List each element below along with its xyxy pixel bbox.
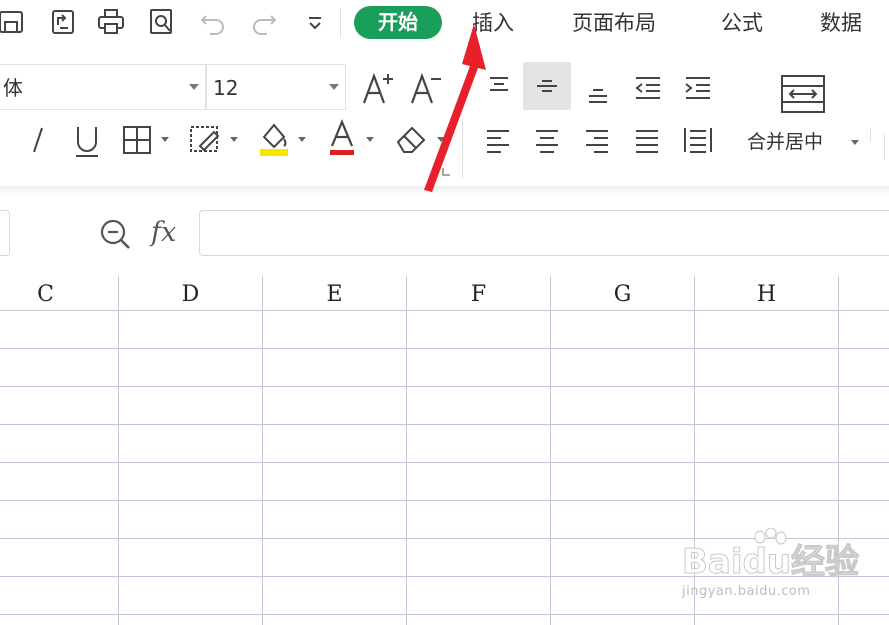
decrease-indent-icon[interactable]	[630, 70, 666, 106]
font-dialog-launcher-icon[interactable]	[440, 166, 452, 178]
chevron-down-icon[interactable]	[230, 137, 238, 142]
ribbon-shadow	[0, 186, 889, 196]
row-gridline	[0, 500, 889, 501]
column-header-d[interactable]: D	[119, 276, 263, 310]
align-bottom-icon[interactable]	[580, 72, 616, 108]
row-gridline	[0, 424, 889, 425]
align-left-icon[interactable]	[481, 124, 515, 158]
align-top-icon[interactable]	[481, 70, 517, 106]
tab-data[interactable]: 数据	[820, 8, 862, 38]
column-gridline	[262, 311, 263, 625]
column-gridline	[406, 311, 407, 625]
chevron-down-icon[interactable]	[366, 137, 374, 142]
font-name-combo[interactable]: 体	[0, 64, 206, 110]
justify-icon[interactable]	[630, 124, 664, 158]
font-name-value: 体	[3, 76, 23, 100]
tab-page-layout[interactable]: 页面布局	[572, 8, 656, 38]
column-header-row: C D E F G H	[0, 276, 889, 311]
fx-label: fx	[151, 217, 177, 248]
print-icon[interactable]	[94, 5, 128, 39]
column-header-g[interactable]: G	[551, 276, 695, 310]
row-gridline	[0, 386, 889, 387]
borders-icon[interactable]	[118, 122, 156, 158]
ribbon-separator	[462, 118, 463, 178]
column-header-h[interactable]: H	[695, 276, 839, 310]
column-gridline	[118, 311, 119, 625]
watermark-brand: Baidu经验	[681, 542, 860, 583]
tab-insert[interactable]: 插入	[472, 8, 514, 38]
row-gridline	[0, 462, 889, 463]
merge-center-label: 合并居中	[747, 131, 824, 153]
ribbon-home: 体 12 合并居中	[0, 50, 889, 187]
chevron-down-icon[interactable]	[161, 137, 169, 142]
zoom-search-icon[interactable]	[96, 216, 134, 252]
fill-color-icon[interactable]	[254, 118, 294, 158]
chevron-down-icon[interactable]	[437, 137, 445, 142]
baidu-watermark: Baidu经验 jingyan.baidu.com	[680, 528, 880, 608]
align-center-icon[interactable]	[530, 124, 564, 158]
align-middle-icon[interactable]	[523, 62, 571, 110]
italic-icon[interactable]	[24, 122, 52, 158]
undo-icon[interactable]	[196, 5, 230, 39]
save-icon[interactable]	[0, 5, 28, 39]
toolbar-separator	[340, 8, 341, 38]
column-header-partial[interactable]	[839, 276, 889, 310]
decrease-font-size-icon[interactable]	[408, 68, 444, 108]
column-header-f[interactable]: F	[407, 276, 551, 310]
merge-center-button[interactable]: 合并居中	[747, 128, 823, 156]
column-header-e[interactable]: E	[263, 276, 407, 310]
formula-bar: fx	[0, 196, 889, 270]
export-icon[interactable]	[46, 5, 80, 39]
ribbon-separator	[884, 134, 885, 160]
increase-indent-icon[interactable]	[680, 70, 716, 106]
formula-input[interactable]	[199, 210, 889, 256]
chevron-down-icon[interactable]	[851, 140, 859, 145]
column-header-c[interactable]: C	[0, 276, 119, 310]
watermark-url: jingyan.baidu.com	[682, 584, 811, 599]
align-right-icon[interactable]	[580, 124, 614, 158]
print-preview-icon[interactable]	[145, 5, 179, 39]
clear-format-icon[interactable]	[392, 120, 432, 158]
redo-icon[interactable]	[247, 5, 281, 39]
tab-formulas[interactable]: 公式	[721, 8, 763, 38]
column-gridline	[550, 311, 551, 625]
customize-toolbar-icon[interactable]	[298, 5, 332, 39]
font-color-icon[interactable]	[324, 118, 360, 158]
name-box[interactable]	[0, 210, 10, 256]
cell-format-icon[interactable]	[186, 122, 224, 158]
distributed-align-icon[interactable]	[680, 122, 716, 158]
quick-access-toolbar: 开始 插入 页面布局 公式 数据	[0, 0, 889, 50]
underline-icon[interactable]	[70, 122, 104, 160]
chevron-down-icon[interactable]	[298, 137, 306, 142]
chevron-down-icon[interactable]	[189, 84, 199, 90]
tab-start[interactable]: 开始	[354, 6, 442, 39]
font-size-combo[interactable]: 12	[206, 64, 346, 110]
insert-function-button[interactable]: fx	[151, 216, 176, 250]
chevron-down-icon[interactable]	[329, 84, 339, 90]
row-gridline	[0, 614, 889, 615]
row-gridline	[0, 348, 889, 349]
increase-font-size-icon[interactable]	[360, 68, 396, 108]
ribbon-separator	[870, 128, 871, 142]
merge-center-icon[interactable]	[779, 72, 827, 116]
font-size-value: 12	[213, 76, 239, 100]
